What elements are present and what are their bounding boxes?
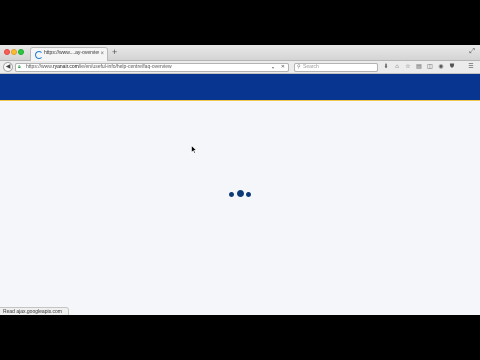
loading-dot bbox=[237, 190, 244, 197]
search-placeholder: Search bbox=[303, 64, 319, 70]
home-icon[interactable]: ⌂ bbox=[393, 63, 401, 72]
loading-dot bbox=[229, 192, 234, 197]
tab-title: https://www....ay-overview bbox=[44, 50, 99, 56]
tab-active[interactable]: https://www....ay-overview × bbox=[30, 47, 108, 61]
bookmarks-list-icon[interactable]: ▤ bbox=[415, 63, 423, 72]
window-zoom-icon[interactable] bbox=[18, 49, 24, 55]
status-bar: Read ajax.googleapis.com bbox=[0, 307, 69, 315]
address-bar[interactable]: 🔒︎ https://www.ryanair.com/ie/en/useful-… bbox=[15, 63, 289, 72]
search-icon: ⚲ bbox=[297, 64, 301, 70]
bookmark-star-icon[interactable]: ☆ bbox=[404, 63, 412, 72]
download-icon[interactable]: ⬇ bbox=[382, 63, 390, 72]
loading-spinner-icon bbox=[35, 51, 43, 59]
window-close-icon[interactable] bbox=[4, 49, 10, 55]
pocket-icon[interactable]: ◫ bbox=[426, 63, 434, 72]
page-content bbox=[0, 101, 480, 315]
new-tab-icon[interactable]: + bbox=[112, 48, 117, 57]
stop-loading-icon[interactable]: ✕ bbox=[281, 64, 285, 71]
url-text[interactable]: https://www.ryanair.com/ie/en/useful-inf… bbox=[26, 64, 172, 71]
window-minimize-icon[interactable] bbox=[11, 49, 17, 55]
mouse-pointer-icon bbox=[191, 145, 197, 154]
sync-icon[interactable]: ◉ bbox=[437, 63, 445, 72]
url-prefix: https://www. bbox=[26, 64, 53, 70]
lock-icon[interactable]: 🔒︎ bbox=[18, 64, 21, 71]
addon-icon[interactable]: ⛊ bbox=[448, 63, 456, 72]
back-button[interactable]: ◀ bbox=[3, 62, 13, 72]
loading-dot bbox=[246, 192, 251, 197]
browser-window: https://www....ay-overview × + ⤢ ◀ 🔒︎ ht… bbox=[0, 45, 480, 315]
tab-strip: https://www....ay-overview × + ⤢ bbox=[0, 45, 480, 61]
history-dropdown-icon[interactable]: ▾ bbox=[272, 64, 274, 71]
search-input[interactable]: ⚲ Search bbox=[294, 63, 378, 72]
url-path: /ie/en/useful-info/help-centre/faq-overv… bbox=[78, 64, 172, 70]
fullscreen-icon[interactable]: ⤢ bbox=[469, 48, 475, 56]
url-host: ryanair.com bbox=[52, 64, 79, 70]
loading-indicator bbox=[229, 190, 253, 198]
menu-icon[interactable]: ☰ bbox=[467, 63, 475, 72]
navigation-toolbar: ◀ 🔒︎ https://www.ryanair.com/ie/en/usefu… bbox=[0, 61, 480, 74]
close-tab-icon[interactable]: × bbox=[100, 50, 104, 58]
site-header bbox=[0, 74, 480, 100]
